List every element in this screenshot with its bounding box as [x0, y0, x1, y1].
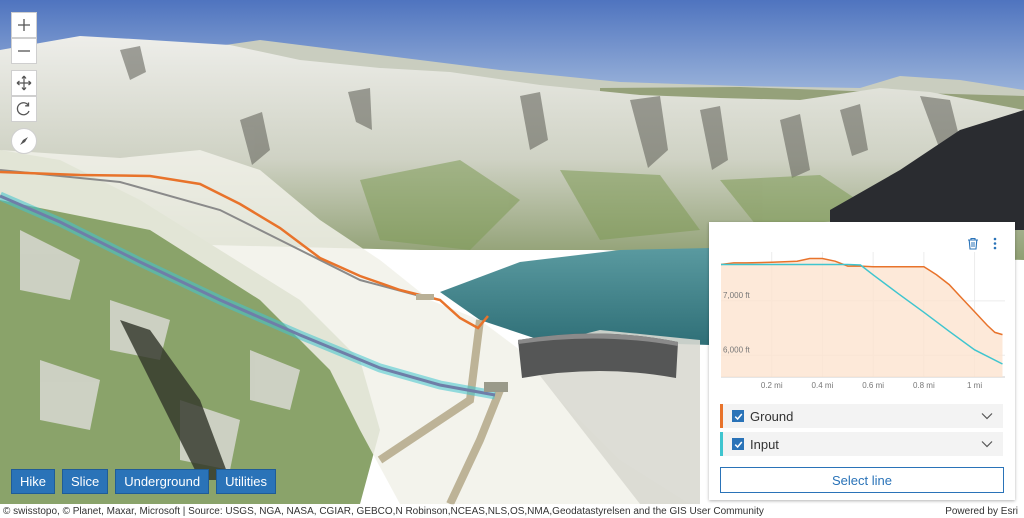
- x-tick-label: 0.4 mi: [812, 381, 834, 390]
- pan-button[interactable]: [11, 70, 37, 96]
- rotate-button[interactable]: [11, 96, 37, 122]
- zoom-out-button[interactable]: [11, 38, 37, 64]
- y-tick-label: 7,000 ft: [723, 291, 750, 300]
- x-tick-label: 0.8 mi: [913, 381, 935, 390]
- y-tick-label: 6,000 ft: [723, 345, 750, 354]
- check-icon: [734, 413, 742, 420]
- underground-button[interactable]: Underground: [115, 469, 210, 494]
- more-options-button[interactable]: [993, 237, 997, 255]
- clear-profile-button[interactable]: [967, 237, 979, 255]
- ground-color-swatch: [720, 404, 723, 428]
- valve-house: [484, 382, 508, 392]
- input-color-swatch: [720, 432, 723, 456]
- zoom-in-button[interactable]: [11, 12, 37, 38]
- compass-icon: [20, 137, 28, 145]
- x-tick-label: 1 mi: [967, 381, 982, 390]
- legend-row-ground[interactable]: Ground: [720, 404, 1003, 428]
- check-icon: [734, 441, 742, 448]
- analysis-toolbar: Hike Slice Underground Utilities: [11, 469, 276, 494]
- chart-tools: [967, 237, 997, 255]
- powered-by-esri[interactable]: Powered by Esri: [945, 506, 1018, 517]
- attribution-sources: © swisstopo, © Planet, Maxar, Microsoft …: [3, 505, 764, 517]
- valve-house-upper: [416, 294, 434, 300]
- kebab-menu-icon: [993, 237, 997, 250]
- select-line-button[interactable]: Select line: [720, 467, 1004, 493]
- slice-button[interactable]: Slice: [62, 469, 109, 494]
- ground-checkbox[interactable]: [732, 410, 744, 422]
- minus-icon: [18, 50, 30, 52]
- chevron-down-icon[interactable]: [981, 407, 993, 425]
- trash-icon: [968, 237, 978, 250]
- compass-button[interactable]: [11, 128, 37, 154]
- hike-button[interactable]: Hike: [11, 469, 56, 494]
- ground-legend-label: Ground: [750, 408, 794, 424]
- attribution-bar: © swisstopo, © Planet, Maxar, Microsoft …: [0, 504, 1024, 518]
- legend-row-input[interactable]: Input: [720, 432, 1003, 456]
- x-tick-label: 0.2 mi: [761, 381, 783, 390]
- input-legend-label: Input: [750, 436, 779, 452]
- pan-arrows-icon: [16, 75, 32, 91]
- elevation-profile-panel: 7,000 ft 6,000 ft 0.2 mi 0.4 mi 0.6 mi 0.8 mi…: [709, 222, 1015, 500]
- x-tick-label: 0.6 mi: [862, 381, 884, 390]
- utilities-button[interactable]: Utilities: [216, 469, 276, 494]
- chevron-down-icon[interactable]: [981, 435, 993, 453]
- input-checkbox[interactable]: [732, 438, 744, 450]
- rotate-icon: [16, 102, 30, 116]
- plus-icon: [18, 19, 30, 31]
- ground-area: [721, 258, 1003, 377]
